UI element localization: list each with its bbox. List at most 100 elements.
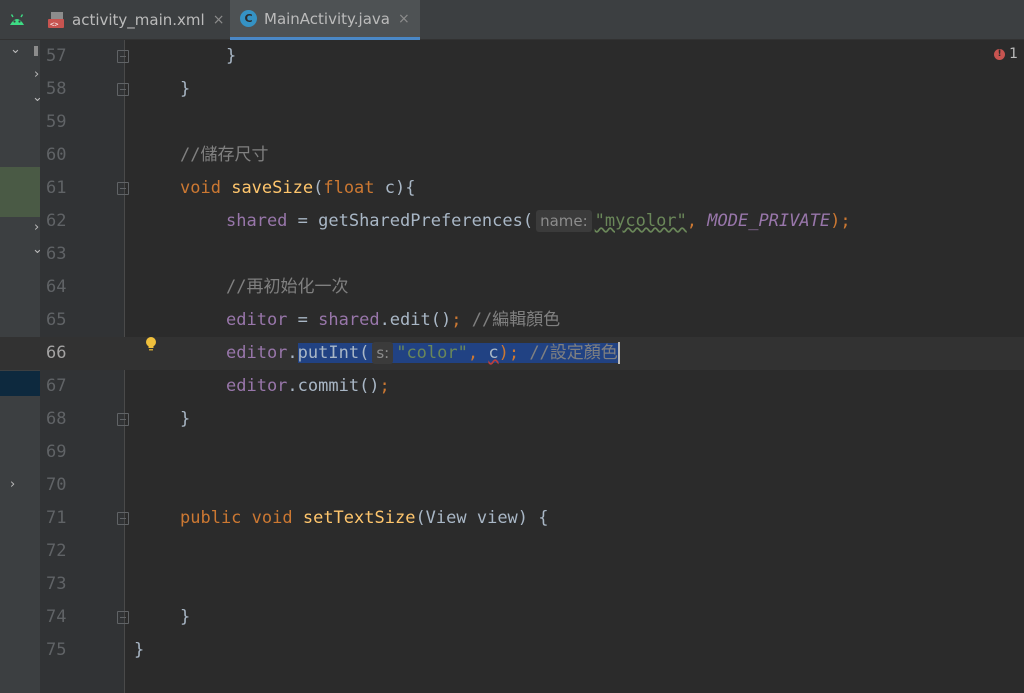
- close-tab-icon[interactable]: ×: [398, 11, 410, 27]
- line-number: 68: [46, 409, 67, 429]
- code-text: .commit(): [287, 376, 380, 396]
- string-literal: "mycolor": [594, 211, 687, 231]
- code-text: }: [226, 46, 237, 66]
- code-line[interactable]: 60 //儲存尺寸: [0, 139, 1024, 172]
- code-text: }: [180, 409, 191, 429]
- code-text: }: [180, 79, 191, 99]
- code-line[interactable]: 67 editor.commit();: [0, 370, 1024, 403]
- code-line[interactable]: 72: [0, 535, 1024, 568]
- parameter-hint: s:: [372, 342, 394, 364]
- fold-marker-icon[interactable]: [117, 611, 129, 624]
- code-line[interactable]: 58 }: [0, 73, 1024, 106]
- fold-marker-icon[interactable]: [117, 83, 129, 96]
- code-text: .edit(): [379, 310, 452, 330]
- code-line[interactable]: 62 shared = getSharedPreferences(name: "m…: [0, 205, 1024, 238]
- line-number: 66: [46, 343, 67, 363]
- code-text: editor = shared.edit(); //編輯顏色: [226, 304, 560, 337]
- string-literal: "color": [396, 343, 468, 363]
- fold-marker-icon[interactable]: [117, 50, 129, 63]
- fold-marker-icon[interactable]: [117, 182, 129, 195]
- code-text: void saveSize(float c){: [180, 172, 415, 205]
- xml-file-icon: <>: [48, 12, 66, 29]
- code-punct: ;: [379, 376, 390, 396]
- code-punct: (: [313, 178, 324, 198]
- line-number: 62: [46, 211, 67, 231]
- line-number: 69: [46, 442, 67, 462]
- code-comment: //設定顏色: [519, 343, 618, 363]
- code-punct: .: [287, 343, 298, 363]
- constant-name: MODE_PRIVATE: [707, 211, 831, 231]
- code-punct: ,: [467, 343, 489, 363]
- code-text: c){: [374, 178, 416, 198]
- code-line[interactable]: 69: [0, 436, 1024, 469]
- keyword: void: [241, 508, 303, 528]
- code-punct: ,: [686, 211, 708, 231]
- tab-activity-main-xml[interactable]: <> activity_main.xml ×: [48, 0, 224, 40]
- code-line[interactable]: 65 editor = shared.edit(); //編輯顏色: [0, 304, 1024, 337]
- lightbulb-icon[interactable]: [145, 337, 157, 351]
- fold-marker-icon[interactable]: [117, 413, 129, 426]
- fold-marker-icon[interactable]: [117, 512, 129, 525]
- code-punct: );: [830, 211, 851, 231]
- code-comment: //編輯顏色: [461, 310, 561, 330]
- line-number: 61: [46, 178, 67, 198]
- close-tab-icon[interactable]: ×: [213, 12, 225, 28]
- code-line[interactable]: 74 }: [0, 601, 1024, 634]
- tab-label: activity_main.xml: [72, 11, 205, 29]
- parameter-hint: name:: [536, 210, 592, 232]
- line-number: 63: [46, 244, 67, 264]
- keyword: public: [180, 508, 242, 528]
- field-name: editor: [226, 376, 288, 396]
- line-number: 74: [46, 607, 67, 627]
- method-name: setTextSize: [302, 508, 416, 528]
- field-name: shared: [226, 211, 288, 231]
- selected-text[interactable]: putInt(s: "color", c); //設定顏色: [297, 342, 618, 364]
- svg-text:<>: <>: [50, 21, 58, 29]
- code-text: }: [134, 640, 145, 660]
- method-name: saveSize: [231, 178, 314, 198]
- code-text: editor.putInt(s: "color", c); //設定顏色: [226, 337, 620, 370]
- line-number: 73: [46, 574, 67, 594]
- android-tab[interactable]: [8, 0, 38, 40]
- field-name: shared: [318, 310, 380, 330]
- code-text: public void setTextSize(View view) {: [180, 502, 549, 535]
- code-text: }: [180, 607, 191, 627]
- code-line[interactable]: 64 //再初始化一次: [0, 271, 1024, 304]
- code-line[interactable]: 59: [0, 106, 1024, 139]
- line-number: 60: [46, 145, 67, 165]
- code-comment: //再初始化一次: [226, 277, 349, 297]
- code-punct: ;: [451, 310, 462, 330]
- field-name: editor: [226, 343, 288, 363]
- line-number: 67: [46, 376, 67, 396]
- variable: c: [488, 343, 499, 363]
- keyword: float: [323, 178, 375, 198]
- line-number: 75: [46, 640, 67, 660]
- line-number: 65: [46, 310, 67, 330]
- text-caret: [617, 342, 620, 364]
- code-comment: //儲存尺寸: [180, 145, 269, 165]
- field-name: editor: [226, 310, 288, 330]
- tab-mainactivity-java[interactable]: C MainActivity.java ×: [230, 0, 420, 40]
- line-number: 70: [46, 475, 67, 495]
- java-class-icon: C: [240, 10, 257, 27]
- code-text: editor.commit();: [226, 370, 390, 403]
- line-number: 71: [46, 508, 67, 528]
- code-line[interactable]: 63: [0, 238, 1024, 271]
- code-line[interactable]: 75 }: [0, 634, 1024, 667]
- code-line[interactable]: 61 void saveSize(float c){: [0, 172, 1024, 205]
- code-line[interactable]: 71 public void setTextSize(View view) {: [0, 502, 1024, 535]
- line-number: 58: [46, 79, 67, 99]
- method-call: putInt(: [297, 343, 370, 363]
- line-number: 64: [46, 277, 67, 297]
- code-punct: );: [498, 343, 520, 363]
- code-text: (View view) {: [415, 508, 549, 528]
- android-icon: [10, 14, 24, 25]
- code-line[interactable]: 57 }: [0, 40, 1024, 73]
- code-line[interactable]: 68 }: [0, 403, 1024, 436]
- code-line[interactable]: 70: [0, 469, 1024, 502]
- code-line[interactable]: 73: [0, 568, 1024, 601]
- keyword: void: [180, 178, 221, 198]
- line-number: 72: [46, 541, 67, 561]
- code-text: = getSharedPreferences(: [287, 211, 534, 231]
- tab-label: MainActivity.java: [264, 9, 390, 28]
